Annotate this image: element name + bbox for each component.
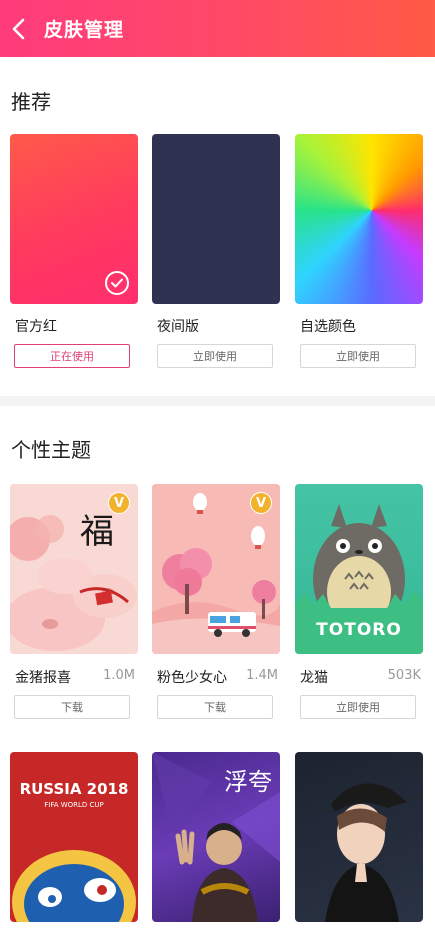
theme-card-pink-girl[interactable]: V (152, 484, 280, 654)
theme-card-eason[interactable]: 浮夸 (152, 752, 280, 922)
theme-card-totoro[interactable]: TOTORO (295, 484, 423, 654)
world-cup-ball-illustration (12, 850, 136, 922)
skin-card-official-red[interactable] (10, 134, 138, 304)
vip-badge: V (108, 492, 130, 514)
use-now-button[interactable]: 立即使用 (300, 344, 416, 368)
in-use-button[interactable]: 正在使用 (14, 344, 130, 368)
vip-badge: V (250, 492, 272, 514)
skin-label: 官方红 (15, 319, 57, 335)
totoro-logo: TOTORO (316, 620, 402, 640)
app-header: 皮肤管理 (0, 0, 435, 57)
theme-card-luhan[interactable] (295, 752, 423, 922)
theme-size: 1.0M (103, 668, 135, 683)
skin-card-night[interactable] (152, 134, 280, 304)
section-title-themes: 个性主题 (11, 438, 91, 462)
download-button[interactable]: 下载 (14, 695, 130, 719)
theme-label: 粉色少女心 (157, 670, 227, 686)
use-now-button[interactable]: 立即使用 (157, 344, 273, 368)
fukua-text: 浮夸 (224, 768, 272, 796)
skin-label: 自选颜色 (300, 319, 356, 335)
back-button[interactable] (2, 12, 36, 46)
theme-size: 503K (387, 668, 421, 683)
theme-label: 金猪报喜 (15, 670, 71, 686)
theme-card-golden-pig[interactable]: 福 V (10, 484, 138, 654)
check-icon (105, 271, 129, 295)
section-divider (0, 396, 435, 406)
chevron-left-icon (12, 18, 25, 39)
use-now-button[interactable]: 立即使用 (300, 695, 416, 719)
portrait-illustration (325, 783, 407, 922)
fu-character: 福 (80, 512, 114, 552)
theme-size: 1.4M (246, 668, 278, 683)
page-title: 皮肤管理 (44, 19, 125, 41)
theme-label: 龙猫 (300, 670, 328, 686)
download-button[interactable]: 下载 (157, 695, 273, 719)
skin-card-custom-color[interactable] (295, 134, 423, 304)
theme-card-russia-2018[interactable]: RUSSIA 2018 FIFA WORLD CUP (10, 752, 138, 922)
section-title-recommend: 推荐 (11, 90, 51, 114)
skin-label: 夜间版 (157, 319, 199, 335)
